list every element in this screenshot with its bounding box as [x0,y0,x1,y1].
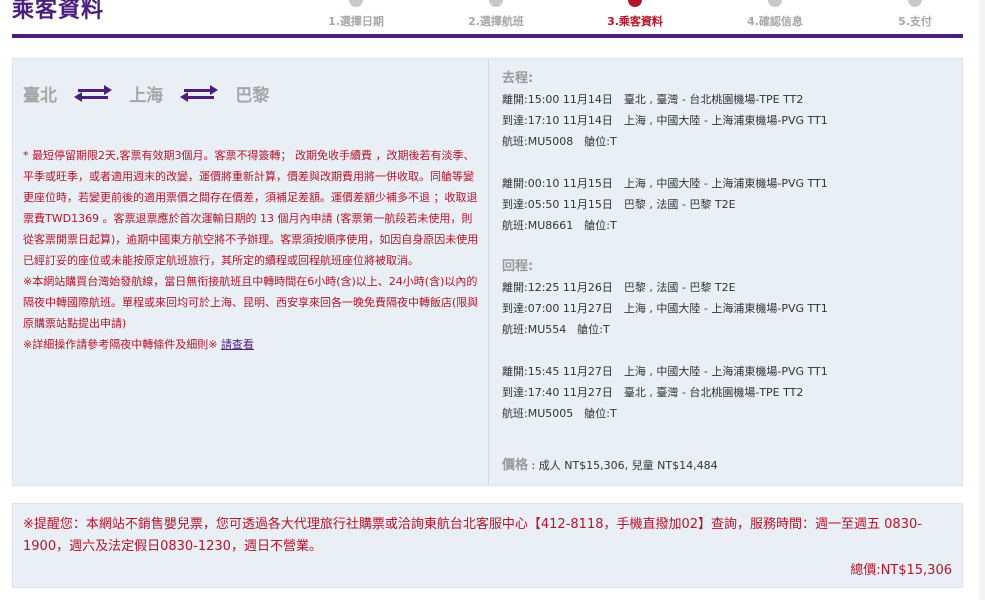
detail-note-text: ※詳細操作請參考隔夜中轉條件及細則※ [23,338,221,351]
step-label: 4.確認信息 [747,15,803,28]
return-title: 回程: [502,259,534,274]
step-label: 3.乘客資料 [607,15,663,28]
title-divider [12,34,963,38]
price-label: 價格 [502,458,529,473]
panel-divider [488,59,489,485]
view-details-link[interactable]: 請查看 [221,338,254,351]
segment-depart: 離開:15:45 11月27日 上海 , 中國大陸 - 上海浦東機場-PVG T… [502,365,828,378]
outbound-segment: 離開:00:10 11月15日 上海 , 中國大陸 - 上海浦東機場-PVG T… [502,173,952,236]
segment-flight: 航班:MU8661 艙位:T [502,219,617,232]
segment-arrive: 到達:17:10 11月14日 上海 , 中國大陸 - 上海浦東機場-PVG T… [502,114,828,127]
step-dot-icon [489,0,503,7]
price-value: : 成人 NT$15,306, 兒童 NT$14,484 [528,459,718,472]
segment-flight: 航班:MU5005 艙位:T [502,407,617,420]
outbound-title: 去程: [502,71,534,86]
itinerary: 去程: 離開:15:00 11月14日 臺北 , 臺灣 - 台北桃園機場-TPE… [502,69,952,476]
origin-city: 臺北 [23,86,57,106]
return-segment: 離開:12:25 11月26日 巴黎 , 法國 - 巴黎 T2E 到達:07:0… [502,277,952,340]
price-summary: 價格 : 成人 NT$15,306, 兒童 NT$14,484 [502,456,952,476]
step-label: 5.支付 [898,15,932,28]
step-label: 1.選擇日期 [328,15,384,28]
notice-panel: ※提醒您：本網站不銷售嬰兒票，您可透過各大代理旅行社購票或洽詢東航台北客服中心【… [12,503,963,588]
outbound-segment: 離開:15:00 11月14日 臺北 , 臺灣 - 台北桃園機場-TPE TT2… [502,89,952,152]
swap-arrows-icon [74,84,113,104]
step-dot-icon [628,0,642,7]
segment-arrive: 到達:07:00 11月27日 上海 , 中國大陸 - 上海浦東機場-PVG T… [502,302,828,315]
infant-ticket-notice: ※提醒您：本網站不銷售嬰兒票，您可透過各大代理旅行社購票或洽詢東航台北客服中心【… [23,517,922,554]
total-price: 總價:NT$15,306 [850,563,952,578]
segment-depart: 離開:00:10 11月15日 上海 , 中國大陸 - 上海浦東機場-PVG T… [502,177,828,190]
destination-city: 巴黎 [235,86,270,106]
page-title: 乘客資料 [12,0,105,23]
scrollbar[interactable] [979,0,985,600]
step-dot-icon [349,0,363,7]
step-label: 2.選擇航班 [468,15,524,28]
trip-summary-panel: 臺北 上海 巴黎 * 最短停留期限2天,客票有效期3個月。客票不得簽轉； 改期免… [12,58,963,486]
segment-arrive: 到達:05:50 11月15日 巴黎 , 法國 - 巴黎 T2E [502,198,736,211]
route-header: 臺北 上海 巴黎 [23,81,270,106]
transit-hotel-note: ※本網站購買台灣始發航線，當日無衔接航班且中轉時間在6小時(含)以上、24小時(… [23,275,479,330]
step-dot-icon [768,0,782,7]
return-segment: 離開:15:45 11月27日 上海 , 中國大陸 - 上海浦東機場-PVG T… [502,361,952,424]
segment-depart: 離開:15:00 11月14日 臺北 , 臺灣 - 台北桃園機場-TPE TT2 [502,93,804,106]
segment-flight: 航班:MU554 艙位:T [502,323,610,336]
transit-city: 上海 [129,86,164,106]
detail-note: ※詳細操作請參考隔夜中轉條件及細則※ 請查看 [23,334,479,355]
progress-steps: 1.選擇日期 2.選擇航班 3.乘客資料 4.確認信息 5.支付 [300,0,960,34]
segment-flight: 航班:MU5008 艙位:T [502,135,617,148]
segment-arrive: 到達:17:40 11月27日 臺北 , 臺灣 - 台北桃園機場-TPE TT2 [502,386,804,399]
segment-depart: 離開:12:25 11月26日 巴黎 , 法國 - 巴黎 T2E [502,281,736,294]
fare-rules-text: * 最短停留期限2天,客票有效期3個月。客票不得簽轉； 改期免收手續費 ，改期後… [23,149,479,267]
swap-arrows-icon [180,84,219,104]
fare-rules: * 最短停留期限2天,客票有效期3個月。客票不得簽轉； 改期免收手續費 ，改期後… [23,145,479,355]
step-dot-icon [908,0,922,7]
